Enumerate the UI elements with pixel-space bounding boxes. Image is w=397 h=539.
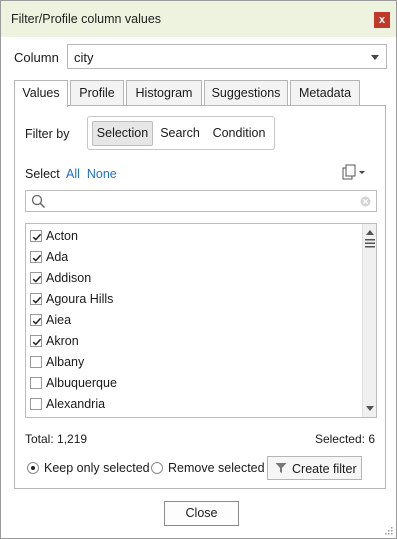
keep-only-selected-radio[interactable]: Keep only selected — [27, 461, 150, 477]
checkbox-check-icon — [32, 254, 42, 262]
scroll-up-icon[interactable] — [366, 229, 374, 235]
checkbox[interactable] — [30, 230, 42, 242]
column-select[interactable]: city — [67, 44, 387, 69]
create-filter-label: Create filter — [292, 462, 357, 476]
tab-suggestions[interactable]: Suggestions — [204, 80, 288, 106]
tab-metadata[interactable]: Metadata — [290, 80, 360, 106]
checkbox[interactable] — [30, 335, 42, 347]
copy-icon[interactable] — [339, 164, 367, 182]
column-select-value: city — [74, 50, 94, 65]
dropdown-arrow-icon — [371, 55, 379, 60]
scroll-down-icon[interactable] — [366, 406, 374, 412]
filter-funnel-icon — [275, 463, 287, 473]
scrollbar-grip-icon[interactable] — [365, 239, 375, 248]
list-item-label: Ada — [46, 250, 69, 264]
resize-grip-icon[interactable] — [384, 526, 393, 535]
checkbox[interactable] — [30, 314, 42, 326]
search-input[interactable] — [25, 190, 377, 212]
list-item-label: Agoura Hills — [46, 292, 114, 306]
list-item-label: Alexandria — [46, 397, 106, 411]
list-scrollbar[interactable] — [362, 224, 376, 417]
list-item-label: Albany — [46, 355, 85, 369]
create-filter-button[interactable]: Create filter — [267, 456, 362, 480]
close-button[interactable]: Close — [164, 501, 239, 526]
selected-count: Selected: 6 — [314, 432, 375, 446]
filter-by-search-button[interactable]: Search — [156, 121, 204, 146]
select-none-link[interactable]: None — [87, 167, 117, 181]
checkbox[interactable] — [30, 398, 42, 410]
keep-only-selected-label: Keep only selected — [44, 461, 150, 475]
checkbox-check-icon — [32, 296, 42, 304]
search-icon — [31, 194, 46, 209]
tab-values[interactable]: Values — [14, 80, 68, 107]
title-bar[interactable]: Filter/Profile column values x — [1, 1, 396, 37]
list-item-label: Acton — [46, 229, 78, 243]
select-all-link[interactable]: All — [66, 167, 80, 181]
filter-by-segmented-control: Selection Search Condition — [87, 116, 275, 150]
list-item-label: Akron — [46, 334, 79, 348]
checkbox[interactable] — [30, 293, 42, 305]
list-item-label: Albuquerque — [46, 376, 117, 390]
remove-selected-radio[interactable]: Remove selected — [151, 461, 265, 477]
total-count: Total: 1,219 — [25, 432, 88, 446]
checkbox[interactable] — [30, 251, 42, 263]
filter-by-label: Filter by — [25, 127, 70, 141]
values-list[interactable]: Acton Ada Addison Agoura Hills Aiea Akro… — [25, 223, 377, 418]
checkbox[interactable] — [30, 272, 42, 284]
checkbox-check-icon — [32, 233, 42, 241]
select-row: Select All None — [25, 167, 117, 181]
checkbox[interactable] — [30, 356, 42, 368]
select-label: Select — [25, 167, 60, 181]
remove-selected-label: Remove selected — [168, 461, 265, 475]
close-icon[interactable]: x — [374, 12, 390, 28]
values-panel: Filter by Selection Search Condition Sel… — [14, 105, 386, 489]
filter-profile-dialog: Filter/Profile column values x Column ci… — [0, 0, 397, 539]
radio-dot — [31, 466, 35, 470]
tab-histogram[interactable]: Histogram — [126, 80, 202, 106]
column-label: Column — [14, 50, 59, 65]
filter-by-selection-button[interactable]: Selection — [92, 121, 153, 146]
window-title: Filter/Profile column values — [11, 12, 162, 26]
filter-by-condition-button[interactable]: Condition — [206, 121, 272, 146]
checkbox-check-icon — [32, 317, 42, 325]
checkbox[interactable] — [30, 377, 42, 389]
tab-profile[interactable]: Profile — [70, 80, 124, 106]
checkbox-check-icon — [32, 338, 42, 346]
list-item-label: Addison — [46, 271, 92, 285]
radio-button[interactable] — [27, 462, 39, 474]
clear-search-icon[interactable] — [360, 196, 371, 207]
list-item-label: Aiea — [46, 313, 72, 327]
radio-button[interactable] — [151, 462, 163, 474]
checkbox-check-icon — [32, 275, 42, 283]
